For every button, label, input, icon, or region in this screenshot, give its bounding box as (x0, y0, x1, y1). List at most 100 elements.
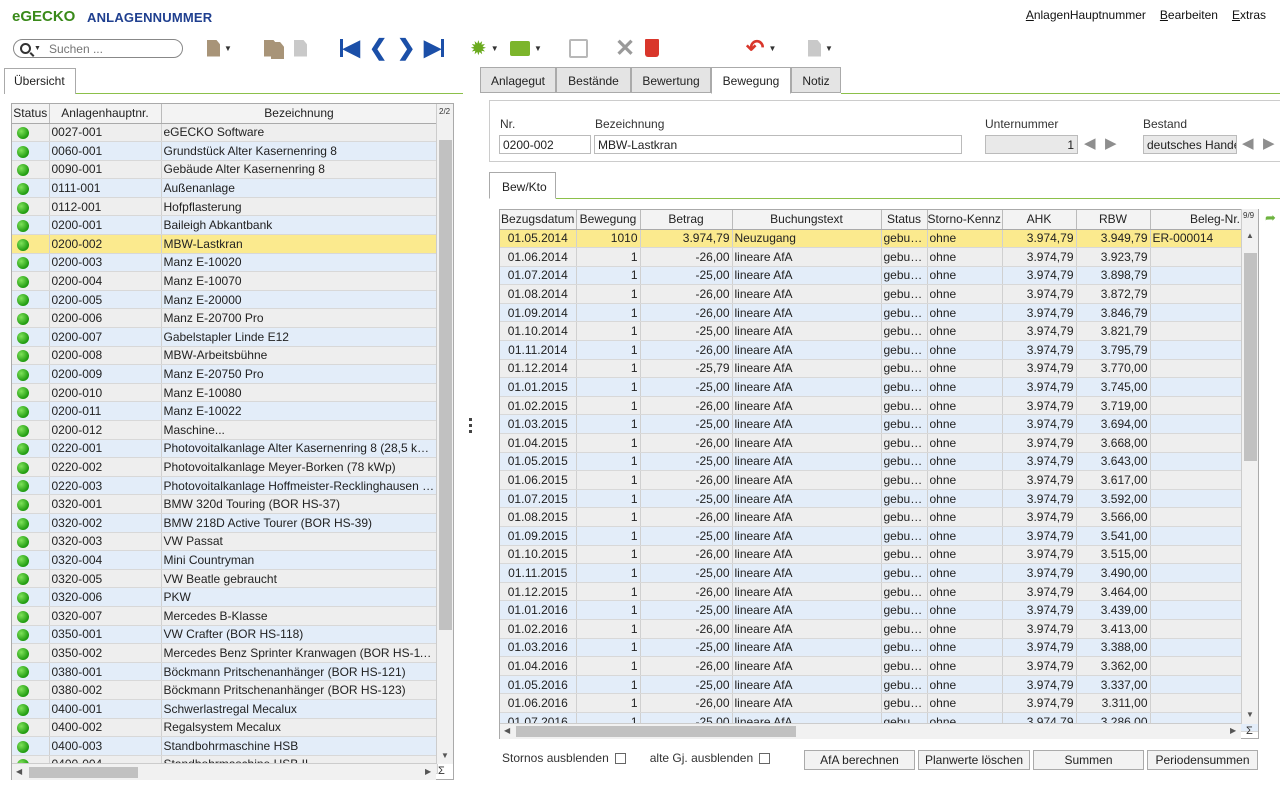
table-row[interactable]: 0320-005 VW Beatle gebraucht (12, 569, 438, 589)
scroll-left-icon[interactable]: ◀ (504, 726, 510, 735)
bestand-field[interactable]: deutsches Handelsrecht (1143, 135, 1237, 154)
table-row[interactable]: 0320-004 Mini Countryman (12, 550, 438, 570)
movements-col-header[interactable]: Betrag (640, 210, 733, 230)
table-row[interactable]: 0060-001 Grundstück Alter Kasernenring 8 (12, 141, 438, 161)
new-document-button[interactable]: ▼ (207, 36, 232, 60)
table-row[interactable]: 01.08.2015 1 -26,00 lineare AfA gebucht ohne 3… (500, 507, 1258, 527)
table-row[interactable]: 01.06.2016 1 -26,00 lineare AfA gebucht ohne 3… (500, 693, 1258, 713)
blank-document-button[interactable] (294, 36, 307, 60)
table-row[interactable]: 01.06.2014 1 -26,00 lineare AfA gebucht ohne 3… (500, 247, 1258, 267)
table-row[interactable]: 0380-001 Böckmann Pritschenanhänger (BOR … (12, 662, 438, 682)
left-vertical-scrollbar[interactable]: 2/2 ▼ (436, 104, 453, 764)
scroll-thumb[interactable] (1244, 253, 1257, 461)
table-row[interactable]: 01.10.2015 1 -26,00 lineare AfA gebucht ohne 3… (500, 545, 1258, 565)
planwerte-loeschen-button[interactable]: Planwerte löschen (918, 750, 1030, 770)
table-row[interactable]: 01.04.2015 1 -26,00 lineare AfA gebucht ohne 3… (500, 433, 1258, 453)
table-row[interactable]: 01.11.2015 1 -25,00 lineare AfA gebucht ohne 3… (500, 563, 1258, 583)
table-row[interactable]: 01.09.2014 1 -26,00 lineare AfA gebucht ohne 3… (500, 303, 1258, 323)
afa-berechnen-button[interactable]: AfA berechnen (804, 750, 915, 770)
search-box[interactable]: ▼ (13, 39, 183, 58)
arrow-left-icon[interactable]: ◀ (1242, 134, 1254, 152)
print-button[interactable]: ▼ (510, 36, 542, 60)
arrow-right-icon[interactable]: ▶ (1263, 134, 1275, 152)
right-vertical-scrollbar[interactable]: 9/9 ▲ ▼ (1241, 209, 1258, 724)
menu-anlagenhauptnummer[interactable]: AnlagenHauptnummer (1026, 8, 1146, 22)
jump-arrow-icon[interactable]: ➦ (1265, 210, 1276, 226)
table-row[interactable]: 01.08.2014 1 -26,00 lineare AfA gebucht ohne 3… (500, 284, 1258, 304)
menu-extras[interactable]: Extras (1232, 8, 1266, 22)
panel-splitter[interactable] (469, 418, 473, 433)
scroll-thumb[interactable] (29, 767, 138, 778)
settings-button[interactable]: ✹ ▼ (470, 36, 499, 60)
summen-button[interactable]: Summen (1033, 750, 1144, 770)
previous-record-button[interactable]: ❮ (369, 36, 387, 60)
table-row[interactable]: 01.02.2015 1 -26,00 lineare AfA gebucht ohne 3… (500, 396, 1258, 416)
movements-col-header[interactable]: Bezugsdatum (500, 210, 577, 230)
search-icon[interactable] (20, 43, 31, 54)
search-input[interactable] (48, 41, 159, 56)
table-row[interactable]: 01.03.2015 1 -25,00 lineare AfA gebucht ohne 3… (500, 414, 1258, 435)
table-row[interactable]: 0200-002 MBW-Lastkran (12, 234, 438, 254)
table-row[interactable]: 0320-003 VW Passat (12, 532, 438, 552)
table-row[interactable]: 0111-001 Außenanlage (12, 178, 438, 198)
table-row[interactable]: 01.01.2016 1 -25,00 lineare AfA gebucht ohne 3… (500, 600, 1258, 620)
table-row[interactable]: 01.06.2015 1 -26,00 lineare AfA gebucht ohne 3… (500, 470, 1258, 490)
table-row[interactable]: 01.10.2014 1 -25,00 lineare AfA gebucht ohne 3… (500, 321, 1258, 342)
table-row[interactable]: 0200-001 Baileigh Abkantbank (12, 215, 438, 236)
tab-bewertung[interactable]: Bewertung (631, 67, 711, 93)
unternummer-field[interactable]: 1 (985, 135, 1078, 154)
tab-bew-kto[interactable]: Bew/Kto (489, 172, 556, 199)
arrow-left-icon[interactable]: ◀ (1084, 134, 1096, 152)
table-row[interactable]: 0350-001 VW Crafter (BOR HS-118) (12, 625, 438, 645)
table-row[interactable]: 0320-001 BMW 320d Touring (BOR HS-37) (12, 494, 438, 514)
menu-bearbeiten[interactable]: Bearbeiten (1160, 8, 1218, 22)
stornos-checkbox[interactable] (614, 752, 626, 764)
table-row[interactable]: 0200-011 Manz E-10022 (12, 401, 438, 421)
table-row[interactable]: 0200-005 Manz E-20000 (12, 290, 438, 310)
table-row[interactable]: 01.05.2016 1 -25,00 lineare AfA gebucht ohne 3… (500, 675, 1258, 695)
next-record-button[interactable]: ❯ (397, 36, 415, 60)
table-row[interactable]: 0200-009 Manz E-20750 Pro (12, 364, 438, 384)
scroll-up-icon[interactable]: ▲ (1246, 231, 1254, 240)
periodensummen-button[interactable]: Periodensummen (1147, 750, 1258, 770)
table-row[interactable]: 0320-006 PKW (12, 587, 438, 607)
table-row[interactable]: 0112-001 Hofpflasterung (12, 197, 438, 217)
table-row[interactable]: 01.03.2016 1 -25,00 lineare AfA gebucht ohne 3… (500, 638, 1258, 658)
table-row[interactable]: 0400-001 Schwerlastregal Mecalux (12, 699, 438, 719)
arrow-right-icon[interactable]: ▶ (1105, 134, 1117, 152)
copy-button[interactable] (264, 36, 284, 60)
preview-button[interactable]: ▼ (808, 36, 833, 60)
table-row[interactable]: 0380-002 Böckmann Pritschenanhänger (BOR … (12, 680, 438, 700)
table-row[interactable]: 0320-007 Mercedes B-Klasse (12, 606, 438, 626)
table-row[interactable]: 01.11.2014 1 -26,00 lineare AfA gebucht ohne 3… (500, 340, 1258, 360)
tab-notiz[interactable]: Notiz (791, 67, 841, 93)
col-anlagenhauptnr-header[interactable]: Anlagenhauptnr. (49, 104, 162, 124)
scroll-left-icon[interactable]: ◀ (16, 767, 22, 776)
table-row[interactable]: 01.07.2014 1 -25,00 lineare AfA gebucht ohne 3… (500, 266, 1258, 286)
scroll-right-icon[interactable]: ▶ (425, 767, 431, 776)
table-row[interactable]: 0350-002 Mercedes Benz Sprinter Kranwagen… (12, 643, 438, 663)
col-bezeichnung-header[interactable]: Bezeichnung (161, 104, 438, 124)
tab-uebersicht[interactable]: Übersicht (4, 68, 76, 94)
table-row[interactable]: 01.05.2015 1 -25,00 lineare AfA gebucht ohne 3… (500, 452, 1258, 472)
table-row[interactable]: 01.01.2015 1 -25,00 lineare AfA gebucht ohne 3… (500, 377, 1258, 397)
bezeichnung-field[interactable]: MBW-Lastkran (594, 135, 962, 154)
alte-gj-checkbox[interactable] (759, 752, 771, 764)
table-row[interactable]: 0200-003 Manz E-10020 (12, 253, 438, 273)
left-horizontal-scrollbar[interactable]: ◀ ▶ (12, 763, 436, 780)
table-row[interactable]: 01.07.2015 1 -25,00 lineare AfA gebucht ohne 3… (500, 489, 1258, 509)
table-row[interactable]: 01.04.2016 1 -26,00 lineare AfA gebucht ohne 3… (500, 656, 1258, 676)
table-row[interactable]: 0320-002 BMW 218D Active Tourer (BOR HS-3… (12, 513, 438, 533)
scroll-right-icon[interactable]: ▶ (1230, 726, 1236, 735)
movements-col-header[interactable]: AHK (1002, 210, 1077, 230)
scroll-down-icon[interactable]: ▼ (441, 751, 449, 760)
table-row[interactable]: 0400-003 Standbohrmaschine HSB (12, 736, 438, 756)
movements-col-header[interactable]: Storno-Kennz. (927, 210, 1003, 230)
scroll-thumb[interactable] (439, 140, 452, 630)
last-record-button[interactable]: ▶ (424, 36, 444, 60)
nr-field[interactable]: 0200-002 (499, 135, 591, 154)
first-record-button[interactable]: ◀ (340, 36, 360, 60)
table-row[interactable]: 0200-008 MBW-Arbeitsbühne (12, 346, 438, 366)
table-row[interactable]: 0220-001 Photovoitalkanlage Alter Kaserne… (12, 439, 438, 459)
table-row[interactable]: 0200-007 Gabelstapler Linde E12 (12, 327, 438, 347)
